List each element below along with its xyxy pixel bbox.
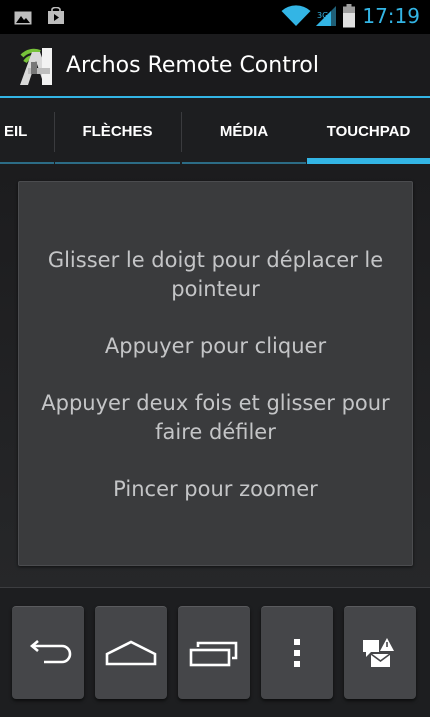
recent-apps-icon	[189, 639, 239, 667]
svg-text:3G: 3G	[317, 11, 328, 20]
app-title: Archos Remote Control	[66, 53, 319, 78]
battery-icon	[343, 4, 355, 32]
tab-label: TOUCHPAD	[326, 122, 411, 140]
wifi-icon	[281, 5, 311, 31]
tab-label: EIL	[4, 122, 28, 140]
tab-media[interactable]: MÉDIA	[182, 98, 306, 164]
instruction-zoom: Pincer pour zoomer	[113, 477, 318, 501]
overflow-menu-icon	[293, 639, 301, 667]
action-bar: Archos Remote Control	[0, 34, 430, 96]
tab-fleches[interactable]: FLÈCHES	[55, 98, 180, 164]
home-key[interactable]	[95, 606, 167, 699]
menu-key[interactable]	[261, 606, 333, 699]
tab-bar[interactable]: EIL FLÈCHES MÉDIA TOUCHPAD	[0, 98, 430, 164]
back-arrow-icon	[24, 640, 72, 666]
instruction-scroll: Appuyer deux fois et glisser pour faire …	[41, 391, 390, 444]
instruction-click: Appuyer pour cliquer	[104, 334, 327, 358]
instruction-move-pointer: Glisser le doigt pour déplacer le pointe…	[47, 248, 384, 301]
content-area: Glisser le doigt pour déplacer le pointe…	[0, 164, 430, 587]
image-icon	[14, 10, 32, 29]
home-icon	[105, 640, 157, 666]
back-key[interactable]	[12, 606, 84, 699]
tab-eil[interactable]: EIL	[0, 98, 54, 164]
tab-label: FLÈCHES	[82, 122, 153, 140]
recent-apps-key[interactable]	[178, 606, 250, 699]
notifications-key[interactable]	[344, 606, 416, 699]
status-bar: 3G 17:19	[0, 0, 430, 34]
notifications-icon	[363, 638, 397, 668]
shopping-bag-icon	[47, 6, 65, 28]
touchpad-area[interactable]: Glisser le doigt pour déplacer le pointe…	[18, 181, 413, 566]
cell-signal-icon: 3G	[315, 5, 337, 31]
bottom-key-bar	[0, 587, 430, 717]
clock: 17:19	[362, 4, 420, 28]
archos-remote-app-icon[interactable]	[18, 44, 60, 90]
tab-touchpad[interactable]: TOUCHPAD	[307, 98, 430, 164]
tab-label: MÉDIA	[219, 122, 269, 140]
